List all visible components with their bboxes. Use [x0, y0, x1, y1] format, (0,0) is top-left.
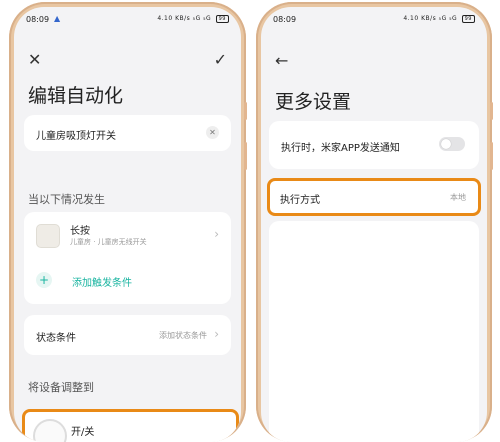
wireless-switch-icon — [36, 224, 60, 248]
notify-label: 执行时，米家APP发送通知 — [281, 143, 400, 154]
chevron-right-icon: › — [214, 227, 219, 241]
trigger-subtitle: 儿童房 · 儿童房无线开关 — [70, 238, 147, 246]
upload-indicator-icon: ▲ — [54, 14, 61, 23]
plus-icon: + — [36, 272, 52, 288]
state-condition-row[interactable]: 状态条件 添加状态条件 › — [24, 315, 231, 355]
back-arrow-icon[interactable]: ← — [275, 51, 288, 70]
network-speed: 4.10 KB/s ₅G ₅G — [403, 15, 458, 22]
automation-name-value: 儿童房吸顶灯开关 — [36, 131, 116, 142]
section-when-title: 当以下情况发生 — [28, 193, 105, 206]
exec-mode-row[interactable]: 执行方式 本地 — [267, 178, 481, 216]
power-button — [490, 142, 493, 170]
device-icon — [33, 419, 67, 442]
trigger-item[interactable]: 长按 儿童房 · 儿童房无线开关 › — [24, 212, 231, 258]
toggle-knob — [441, 139, 451, 149]
status-time: 08:09 — [273, 15, 297, 24]
device-action-label: 开/关 — [71, 427, 95, 438]
page-title: 编辑自动化 — [28, 85, 124, 107]
left-screen: 08:09 ▲ 4.10 KB/s ₅G ₅G 99 ✕ ✓ 编辑自动化 儿童房… — [14, 7, 241, 442]
page-title: 更多设置 — [275, 91, 352, 113]
add-trigger-button[interactable]: + 添加触发条件 — [24, 258, 231, 304]
close-icon[interactable]: ✕ — [28, 50, 41, 69]
exec-mode-value: 本地 — [450, 193, 466, 202]
power-button — [244, 142, 247, 170]
status-right: 4.10 KB/s ₅G ₅G 99 — [403, 15, 475, 23]
add-trigger-label: 添加触发条件 — [72, 278, 132, 289]
notify-toggle[interactable] — [439, 137, 465, 151]
right-screen: 08:09 4.10 KB/s ₅G ₅G 99 ← 更多设置 执行时，米家AP… — [261, 7, 487, 442]
empty-settings-area — [269, 221, 479, 442]
volume-button — [490, 102, 493, 120]
automation-name-field[interactable]: 儿童房吸顶灯开关 ✕ — [24, 115, 231, 151]
device-action-row[interactable]: 开/关 — [22, 409, 239, 442]
network-speed: 4.10 KB/s ₅G ₅G — [157, 15, 212, 22]
status-right: 4.10 KB/s ₅G ₅G 99 — [157, 15, 229, 23]
state-condition-label: 状态条件 — [36, 333, 76, 344]
confirm-check-icon[interactable]: ✓ — [214, 50, 227, 69]
status-bar: 08:09 ▲ 4.10 KB/s ₅G ₅G 99 — [14, 7, 241, 29]
status-time: 08:09 — [26, 15, 50, 24]
section-adjust-title: 将设备调整到 — [28, 381, 94, 394]
left-phone-frame: 08:09 ▲ 4.10 KB/s ₅G ₅G 99 ✕ ✓ 编辑自动化 儿童房… — [9, 2, 247, 442]
clear-icon[interactable]: ✕ — [206, 126, 219, 139]
state-condition-value: 添加状态条件 — [159, 331, 207, 340]
battery-icon: 99 — [461, 15, 475, 23]
battery-icon: 99 — [215, 15, 229, 23]
trigger-title: 长按 — [70, 226, 90, 237]
notify-setting-row: 执行时，米家APP发送通知 — [269, 121, 479, 169]
trigger-card: 长按 儿童房 · 儿童房无线开关 › + 添加触发条件 — [24, 212, 231, 304]
status-bar: 08:09 4.10 KB/s ₅G ₅G 99 — [261, 7, 487, 29]
chevron-right-icon: › — [214, 327, 219, 341]
volume-button — [244, 102, 247, 120]
exec-mode-label: 执行方式 — [280, 195, 320, 206]
right-phone-frame: 08:09 4.10 KB/s ₅G ₅G 99 ← 更多设置 执行时，米家AP… — [256, 2, 493, 442]
